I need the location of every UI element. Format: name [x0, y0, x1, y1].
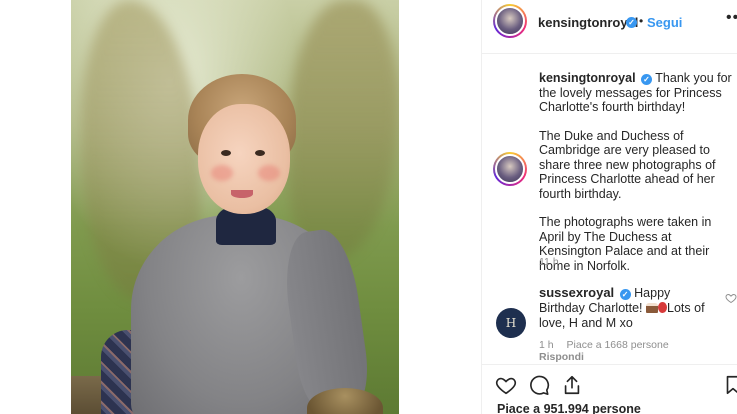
- post-photo[interactable]: [71, 0, 399, 414]
- more-options-icon[interactable]: •••: [726, 9, 737, 27]
- author-username[interactable]: kensingtonroyal: [538, 15, 638, 30]
- bookmark-icon[interactable]: [722, 374, 737, 396]
- photo-background-tree-right: [289, 0, 399, 260]
- photo-eye-left: [221, 150, 231, 156]
- caption-avatar[interactable]: [493, 152, 527, 186]
- commenter-username[interactable]: sussexroyal: [539, 285, 614, 300]
- comments-list[interactable]: kensingtonroyal ✓ Thank you for the love…: [482, 55, 737, 363]
- commenter-avatar[interactable]: H: [496, 308, 526, 338]
- verified-badge-icon: ✓: [641, 74, 653, 85]
- reply-button[interactable]: Rispondi: [539, 351, 584, 363]
- caption-username[interactable]: kensingtonroyal: [539, 71, 636, 85]
- avatar-monogram: H: [505, 316, 517, 330]
- birthday-cake-emoji-icon: [646, 303, 659, 313]
- separator-dot: •: [639, 14, 644, 28]
- caption-paragraph-3: The photographs were taken in April by T…: [539, 215, 712, 273]
- caption-timestamp[interactable]: 11 h: [539, 256, 559, 268]
- photo-cheek-left: [211, 165, 233, 181]
- post-side-panel: kensingtonroyal ✓ • Segui ••• kensington…: [481, 0, 737, 414]
- follow-button[interactable]: Segui: [647, 15, 682, 30]
- caption-paragraph-2: The Duke and Duchess of Cambridge are ve…: [539, 128, 716, 201]
- author-avatar[interactable]: [493, 4, 527, 38]
- comment-icon[interactable]: [528, 374, 550, 396]
- photo-eye-right: [255, 150, 265, 156]
- comment-meta: 1 h Piace a 1668 persone: [539, 339, 679, 351]
- post-likes-count[interactable]: Piace a 951.994 persone: [497, 402, 641, 414]
- verified-badge-icon: ✓: [619, 289, 631, 300]
- photo-cheek-right: [258, 165, 280, 181]
- post-actions-bar: Piace a 951.994 persone: [482, 364, 737, 414]
- post-header: kensingtonroyal ✓ • Segui •••: [482, 0, 737, 54]
- share-icon[interactable]: [561, 374, 583, 396]
- comment-like-heart-icon[interactable]: [725, 292, 737, 304]
- heart-icon[interactable]: [495, 374, 517, 396]
- comment-text: sussexroyal ✓ Happy Birthday Charlotte! …: [539, 285, 719, 331]
- verified-badge-icon: ✓: [626, 17, 637, 28]
- balloon-emoji-icon: [658, 302, 668, 313]
- caption-text: kensingtonroyal ✓ Thank you for the love…: [539, 71, 735, 287]
- photo-mouth: [231, 190, 253, 198]
- comment-timestamp[interactable]: 1 h: [539, 339, 554, 351]
- comment-likes[interactable]: Piace a 1668 persone: [567, 339, 669, 351]
